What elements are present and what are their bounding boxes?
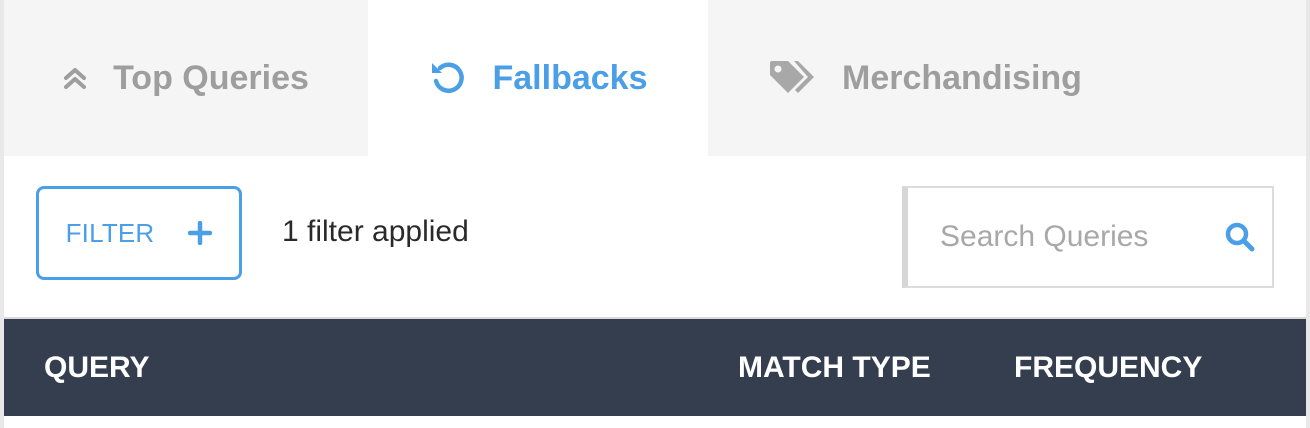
table-header: QUERY MATCH TYPE FREQUENCY bbox=[4, 319, 1306, 416]
filter-status-text: 1 filter applied bbox=[282, 215, 469, 248]
filter-label: FILTER bbox=[65, 217, 155, 248]
undo-icon bbox=[429, 59, 467, 97]
tab-merchandising[interactable]: Merchandising bbox=[708, 0, 1306, 156]
filter-button[interactable]: FILTER bbox=[36, 186, 242, 280]
tab-label: Merchandising bbox=[842, 58, 1082, 97]
plus-icon bbox=[188, 221, 213, 245]
column-header-match-type[interactable]: MATCH TYPE bbox=[738, 319, 931, 416]
tab-fallbacks[interactable]: Fallbacks bbox=[368, 0, 708, 156]
double-chevron-up-icon bbox=[63, 66, 87, 90]
search-input[interactable] bbox=[940, 220, 1210, 254]
column-header-query[interactable]: QUERY bbox=[44, 319, 150, 416]
search-box bbox=[902, 186, 1274, 288]
tab-label: Top Queries bbox=[113, 58, 309, 97]
tab-top-queries[interactable]: Top Queries bbox=[4, 0, 368, 156]
query-analytics-panel: Top Queries Fallbacks Merchandising FILT… bbox=[0, 0, 1310, 428]
search-icon[interactable] bbox=[1224, 221, 1256, 253]
tags-icon bbox=[768, 59, 816, 97]
tab-label: Fallbacks bbox=[492, 58, 648, 97]
tab-bar: Top Queries Fallbacks Merchandising bbox=[4, 0, 1306, 156]
column-header-frequency[interactable]: FREQUENCY bbox=[1014, 319, 1202, 416]
